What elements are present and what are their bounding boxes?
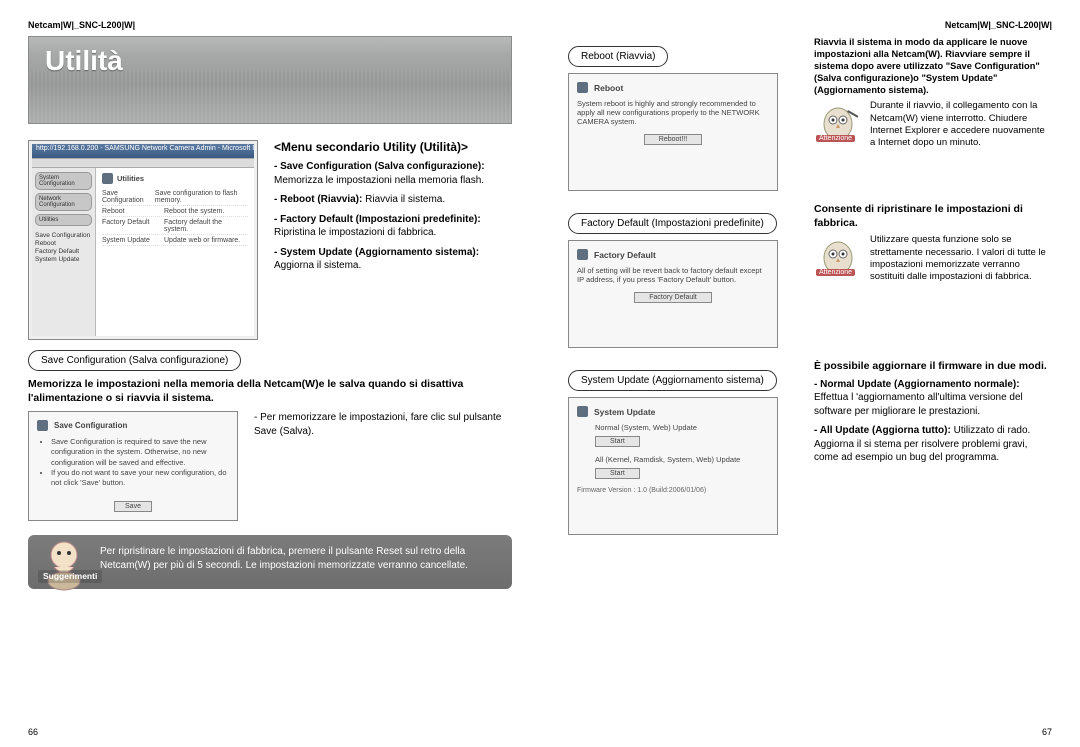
update-icon [577,406,588,417]
factory-text: All of setting will be revert back to fa… [577,266,769,284]
attention-label: Attenzione [816,269,855,276]
sidebar-link: Factory Default [35,248,92,256]
model-label-right: Netcam|W|_SNC-L200|W| [568,20,1052,30]
attention-label: Attenzione [816,135,855,142]
reboot-icon [577,82,588,93]
sidebar-link: Save Configuration [35,232,92,240]
save-bullet: Save Configuration is required to save t… [51,437,229,467]
menu-bullets: - Save Configuration (Salva configurazio… [274,160,512,273]
pill-update: System Update (Aggiornamento sistema) [568,370,777,391]
reboot-screenshot: Reboot System reboot is highly and stron… [568,73,778,191]
save-side-note: - Per memorizzare le impostazioni, fare … [254,411,512,438]
sidebar-link: Reboot [35,240,92,248]
start-normal-button[interactable]: Start [595,436,640,447]
pill-factory: Factory Default (Impostazioni predefinit… [568,213,777,234]
factory-screenshot: Factory Default All of setting will be r… [568,240,778,348]
update-screenshot: System Update Normal (System, Web) Updat… [568,397,778,535]
start-all-button[interactable]: Start [595,468,640,479]
model-label-left: Netcam|W|_SNC-L200|W| [28,20,512,30]
utilities-table: Save ConfigurationSave configuration to … [102,188,248,246]
utilities-screenshot: http://192.168.0.200 - SAMSUNG Network C… [28,140,258,340]
firmware-version: Firmware Version : 1.0 (Build:2006/01/06… [577,487,769,494]
save-icon [37,420,48,431]
page-right: Netcam|W|_SNC-L200|W| Reboot (Riavvia) R… [540,0,1080,747]
reboot-note-bold: Riavvia il sistema in modo da applicare … [814,36,1052,96]
pill-reboot: Reboot (Riavvia) [568,46,668,67]
factory-button[interactable]: Factory Default [634,292,711,303]
owl-attention-icon: Attenzione [814,100,862,144]
banner: Utilità [28,36,512,124]
panel-title: Utilities [117,174,144,183]
save-bullet: If you do not want to save your new conf… [51,468,229,488]
owl-attention-icon: Attenzione [814,234,862,278]
update-row-label: Normal (System, Web) Update [595,423,769,432]
sidebar-link: System Update [35,256,92,264]
update-row-label: All (Kernel, Ramdisk, System, Web) Updat… [595,455,769,464]
factory-bold: Consente di ripristinare le impostazioni… [814,203,1052,230]
utilities-icon [102,173,113,184]
update-bold: È possibile aggiornare il firmware in du… [814,360,1052,374]
reboot-text: System reboot is highly and strongly rec… [577,99,769,126]
tip-label: Suggerimenti [38,570,102,583]
section-title: <Menu secondario Utility (Utilità)> [274,140,512,154]
pill-save-config: Save Configuration (Salva configurazione… [28,350,241,371]
page-number: 66 [28,727,38,737]
save-config-screenshot: Save Configuration Save Configuration is… [28,411,238,521]
tip-band: Suggerimenti Per ripristinare le imposta… [28,535,512,589]
reboot-note: Durante il riavvio, il collegamento con … [870,100,1052,149]
save-paragraph: Memorizza le impostazioni nella memoria … [28,377,512,405]
sidebar-sysconfig: System Configuration [35,172,92,190]
factory-icon [577,249,588,260]
factory-note: Utilizzare questa funzione solo se stret… [870,234,1052,283]
tip-text: Per ripristinare le impostazioni di fabb… [100,546,468,571]
ui-sidebar: System Configuration Network Configurati… [32,168,96,336]
page-left: Netcam|W|_SNC-L200|W| Utilità http://192… [0,0,540,747]
window-title: http://192.168.0.200 - SAMSUNG Network C… [32,144,254,158]
save-button[interactable]: Save [114,501,152,512]
sidebar-utilities: Utilities [35,214,92,226]
sidebar-netconfig: Network Configuration [35,193,92,211]
page-number: 67 [1042,727,1052,737]
reboot-button[interactable]: Reboot!!! [644,134,702,145]
